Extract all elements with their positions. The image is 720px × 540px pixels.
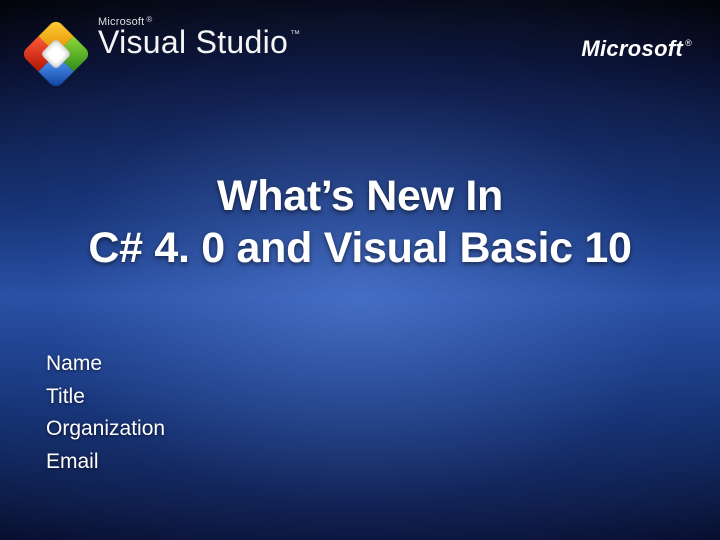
visual-studio-logo-icon [24,22,88,86]
visual-studio-text: Microsoft® Visual Studio™ [98,16,300,60]
slide-title: What’s New In C# 4. 0 and Visual Basic 1… [0,170,720,275]
presenter-fields: Name Title Organization Email [46,348,165,478]
field-name: Name [46,348,165,381]
visual-studio-logo-block: Microsoft® Visual Studio™ [24,16,300,86]
field-email: Email [46,446,165,479]
title-line-1: What’s New In [217,172,503,220]
slide: Microsoft® Visual Studio™ Microsoft® Wha… [0,0,720,540]
trademark: ™ [290,29,300,40]
header: Microsoft® Visual Studio™ Microsoft® [0,12,720,102]
product-name: Visual Studio™ [98,26,300,60]
microsoft-corp-registered: ® [685,38,692,48]
product-name-text: Visual Studio [98,24,288,60]
microsoft-corp-logo: Microsoft® [581,36,692,62]
title-line-2: C# 4. 0 and Visual Basic 10 [88,224,631,272]
field-title: Title [46,381,165,414]
microsoft-corp-text: Microsoft [581,36,683,62]
registered-mark: ® [146,16,152,24]
field-organization: Organization [46,413,165,446]
